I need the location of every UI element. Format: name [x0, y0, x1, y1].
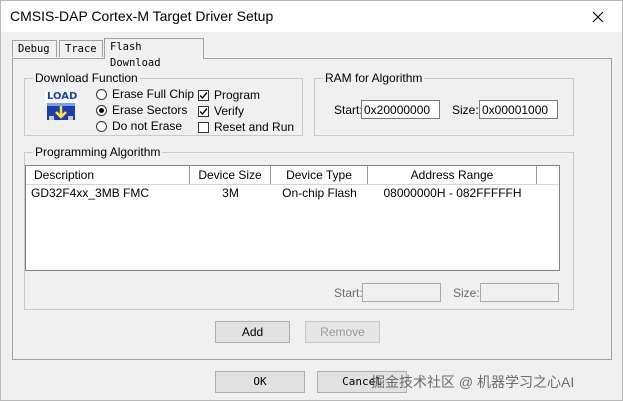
radio-erase-full-chip-label: Erase Full Chip [112, 87, 195, 101]
ram-start-label: Start: [334, 103, 363, 117]
tab-debug-label: Debug [18, 43, 50, 55]
cell-description: GD32F4xx_3MB FMC [31, 186, 150, 200]
algorithm-list[interactable]: Description Device Size Device Type Addr… [25, 165, 560, 271]
window-title: CMSIS-DAP Cortex-M Target Driver Setup [10, 8, 274, 24]
programming-algorithm-label: Programming Algorithm [33, 145, 163, 159]
download-function-label: Download Function [33, 71, 140, 85]
column-header-filler [537, 166, 559, 184]
radio-do-not-erase[interactable]: Do not Erase [96, 119, 182, 133]
checkmark-icon [199, 91, 208, 99]
tab-flash-download-label: Flash Download [110, 41, 161, 69]
load-icon: LOAD [45, 91, 78, 122]
checkbox-program[interactable]: Program [198, 88, 260, 102]
algo-start-field[interactable] [362, 283, 441, 302]
column-header-description[interactable]: Description [26, 166, 190, 184]
radio-do-not-erase-label: Do not Erase [112, 119, 183, 133]
algo-size-field[interactable] [480, 283, 559, 302]
watermark: 掘金技术社区 @ 机器学习之心AI [371, 372, 575, 392]
checkbox-verify-label: Verify [214, 104, 245, 118]
tab-flash-download[interactable]: Flash Download [104, 38, 204, 69]
list-header: Description Device Size Device Type Addr… [26, 166, 559, 185]
tab-trace[interactable]: Trace [59, 40, 103, 57]
algo-start-label: Start: [334, 286, 363, 300]
title-bar[interactable]: CMSIS-DAP Cortex-M Target Driver Setup [1, 1, 622, 32]
column-header-device-type[interactable]: Device Type [271, 166, 368, 184]
checkbox-reset-and-run-label: Reset and Run [214, 120, 295, 134]
checkbox-reset-and-run-box [198, 121, 209, 133]
checkbox-program-label: Program [214, 88, 261, 102]
radio-indicator [96, 120, 107, 132]
close-icon [592, 11, 604, 22]
cell-address-range: 08000000H - 082FFFFFH [383, 186, 522, 200]
load-icon-text: LOAD [47, 91, 78, 102]
ok-button[interactable]: OK [215, 371, 305, 393]
checkbox-reset-and-run[interactable]: Reset and Run [198, 120, 294, 134]
column-header-address-range[interactable]: Address Range [368, 166, 537, 184]
cell-device-type: On-chip Flash [282, 186, 357, 200]
radio-erase-sectors[interactable]: Erase Sectors [96, 103, 187, 117]
algo-size-label: Size: [453, 286, 480, 300]
ram-size-field[interactable] [479, 100, 558, 119]
add-button[interactable]: Add [215, 321, 290, 343]
checkbox-verify[interactable]: Verify [198, 104, 244, 118]
radio-indicator [96, 88, 107, 100]
checkbox-program-box [198, 89, 209, 101]
checkbox-verify-box [198, 105, 209, 117]
checkmark-icon [199, 107, 208, 115]
remove-button[interactable]: Remove [305, 321, 380, 343]
ram-size-label: Size: [452, 103, 479, 117]
close-button[interactable] [576, 2, 620, 31]
tab-debug[interactable]: Debug [12, 40, 57, 57]
radio-indicator-selected [96, 104, 107, 116]
table-row[interactable]: GD32F4xx_3MB FMC 3M On-chip Flash 080000… [26, 185, 559, 202]
tab-trace-label: Trace [65, 43, 97, 55]
dialog-window: CMSIS-DAP Cortex-M Target Driver Setup D… [0, 0, 623, 401]
radio-erase-full-chip[interactable]: Erase Full Chip [96, 87, 194, 101]
column-header-device-size[interactable]: Device Size [190, 166, 271, 184]
cell-device-size: 3M [222, 186, 239, 200]
ram-start-field[interactable] [361, 100, 440, 119]
radio-erase-sectors-label: Erase Sectors [112, 103, 188, 117]
ram-for-algorithm-label: RAM for Algorithm [323, 71, 425, 85]
